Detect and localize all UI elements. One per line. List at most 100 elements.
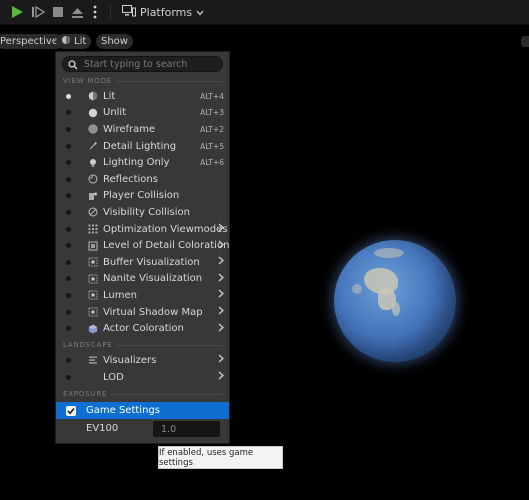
menu-item-label: Lit bbox=[103, 90, 116, 102]
menu-item-label: Nanite Visualization bbox=[103, 273, 203, 285]
menu-item-label: Visibility Collision bbox=[103, 206, 190, 218]
menu-item-label: Detail Lighting bbox=[103, 140, 177, 152]
platforms-dropdown[interactable]: Platforms bbox=[122, 3, 204, 21]
section-header-landscape: LANDSCAPE bbox=[63, 341, 223, 349]
menu-item-wireframe[interactable]: Wireframe ALT+2 bbox=[56, 121, 229, 138]
menu-item-label: Visualizers bbox=[103, 354, 157, 366]
show-label: Show bbox=[101, 36, 128, 47]
menu-item-lighting-only[interactable]: Lighting Only ALT+6 bbox=[56, 154, 229, 171]
chevron-right-icon bbox=[218, 256, 224, 268]
radio-dot bbox=[66, 292, 71, 298]
radio-dot bbox=[66, 110, 71, 116]
wireframe-sphere-icon bbox=[88, 124, 98, 134]
menu-item-detail-lighting[interactable]: Detail Lighting ALT+5 bbox=[56, 138, 229, 155]
menu-item-label: Virtual Shadow Map bbox=[103, 306, 203, 318]
perspective-label: Perspective bbox=[0, 36, 58, 47]
radio-dot bbox=[66, 276, 71, 282]
game-settings-checkbox-row[interactable]: Game Settings bbox=[56, 402, 229, 419]
visibility-collision-icon bbox=[88, 207, 98, 217]
chevron-right-icon bbox=[218, 223, 224, 235]
menu-item-label: Optimization Viewmodes bbox=[103, 223, 228, 235]
chevron-right-icon bbox=[218, 354, 224, 366]
menu-item-reflections[interactable]: Reflections bbox=[56, 171, 229, 188]
play-icon[interactable] bbox=[8, 3, 26, 21]
search-icon bbox=[68, 55, 78, 74]
chevron-right-icon bbox=[218, 240, 224, 252]
shortcut-label: ALT+3 bbox=[200, 108, 224, 118]
menu-item-label: Unlit bbox=[103, 107, 127, 119]
nanite-icon bbox=[88, 274, 98, 284]
advance-frame-icon[interactable] bbox=[30, 3, 46, 21]
menu-item-nanite-visualization[interactable]: Nanite Visualization bbox=[56, 271, 229, 288]
radio-dot bbox=[66, 309, 71, 315]
view-mode-button[interactable]: Lit bbox=[56, 34, 92, 49]
toolbar-divider bbox=[110, 4, 111, 20]
menu-item-level-of-detail-coloration[interactable]: Level of Detail Coloration bbox=[56, 237, 229, 254]
more-options-icon[interactable] bbox=[89, 3, 101, 21]
menu-item-label: Player Collision bbox=[103, 190, 180, 202]
tooltip: If enabled, uses game settings bbox=[158, 446, 283, 469]
perspective-button[interactable]: Perspective bbox=[0, 34, 63, 49]
stop-icon[interactable] bbox=[50, 3, 66, 21]
ev100-row: EV100 1.0 bbox=[56, 420, 229, 438]
tooltip-text: If enabled, uses game settings bbox=[159, 447, 254, 468]
earth-globe bbox=[334, 240, 456, 362]
lit-sphere-icon bbox=[88, 91, 98, 101]
menu-item-label: Reflections bbox=[103, 173, 158, 185]
radio-dot bbox=[66, 226, 71, 232]
ev100-input[interactable]: 1.0 bbox=[153, 421, 220, 437]
grid-icon bbox=[88, 224, 98, 234]
menu-item-label: Buffer Visualization bbox=[103, 256, 200, 268]
radio-dot bbox=[66, 357, 71, 363]
game-settings-label: Game Settings bbox=[86, 405, 160, 416]
radio-dot bbox=[66, 209, 71, 215]
search-input[interactable] bbox=[84, 58, 214, 70]
platforms-icon bbox=[122, 4, 136, 20]
menu-item-player-collision[interactable]: Player Collision bbox=[56, 188, 229, 205]
buffer-icon bbox=[88, 257, 98, 267]
menu-item-label: Lighting Only bbox=[103, 157, 170, 169]
detail-lighting-icon bbox=[88, 141, 98, 151]
menu-item-label: Level of Detail Coloration bbox=[103, 240, 230, 252]
level-editor-toolbar: Platforms bbox=[0, 0, 529, 25]
lod-icon bbox=[88, 241, 98, 251]
radio-dot bbox=[66, 126, 71, 132]
selected-radio-dot bbox=[66, 93, 71, 99]
radio-dot bbox=[66, 160, 71, 166]
show-button[interactable]: Show bbox=[96, 34, 133, 49]
menu-item-label: Wireframe bbox=[103, 123, 156, 135]
shortcut-label: ALT+6 bbox=[200, 158, 224, 168]
shortcut-label: ALT+2 bbox=[200, 124, 224, 134]
radio-dot bbox=[66, 143, 71, 149]
section-header-view-mode: VIEW MODE bbox=[63, 77, 223, 85]
menu-item-lit[interactable]: Lit ALT+4 bbox=[56, 88, 229, 105]
radio-dot bbox=[66, 193, 71, 199]
shortcut-label: ALT+5 bbox=[200, 141, 224, 151]
menu-item-virtual-shadow-map[interactable]: Virtual Shadow Map bbox=[56, 304, 229, 321]
reflections-icon bbox=[88, 174, 98, 184]
menu-item-lod[interactable]: LOD bbox=[56, 369, 229, 386]
menu-item-lumen[interactable]: Lumen bbox=[56, 287, 229, 304]
menu-search-box[interactable] bbox=[62, 56, 223, 72]
menu-item-label: Actor Coloration bbox=[103, 323, 184, 335]
menu-item-actor-coloration[interactable]: Actor Coloration bbox=[56, 320, 229, 337]
menu-item-label: Lumen bbox=[103, 289, 137, 301]
chevron-right-icon bbox=[218, 306, 224, 318]
menu-item-unlit[interactable]: Unlit ALT+3 bbox=[56, 105, 229, 122]
view-mode-label: Lit bbox=[74, 36, 87, 47]
menu-item-optimization-viewmodes[interactable]: Optimization Viewmodes bbox=[56, 221, 229, 238]
section-header-exposure: EXPOSURE bbox=[63, 390, 223, 398]
checkbox-checked-icon[interactable] bbox=[66, 405, 76, 416]
chevron-right-icon bbox=[218, 371, 224, 383]
bulb-icon bbox=[88, 158, 98, 168]
menu-item-buffer-visualization[interactable]: Buffer Visualization bbox=[56, 254, 229, 271]
menu-item-visualizers[interactable]: Visualizers bbox=[56, 352, 229, 369]
chevron-down-icon bbox=[196, 6, 204, 19]
menu-item-visibility-collision[interactable]: Visibility Collision bbox=[56, 204, 229, 221]
radio-dot bbox=[66, 259, 71, 265]
radio-dot bbox=[66, 326, 71, 332]
unlit-sphere-icon bbox=[88, 108, 98, 118]
chevron-right-icon bbox=[218, 323, 224, 335]
viewport-options-button[interactable] bbox=[521, 36, 529, 47]
eject-icon[interactable] bbox=[69, 3, 85, 21]
